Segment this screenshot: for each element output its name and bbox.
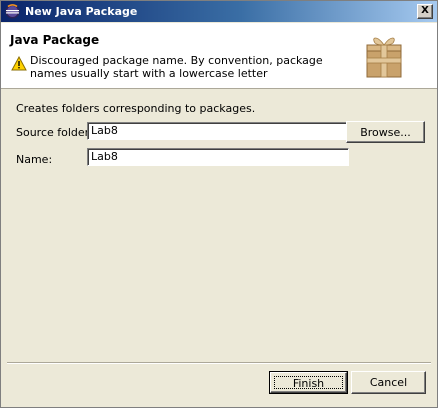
name-label: Name:	[16, 153, 53, 166]
dialog-window: New Java Package X Java Package Discoura…	[0, 0, 438, 408]
finish-button-label: Finish	[274, 376, 343, 390]
page-title: Java Package	[10, 33, 100, 47]
close-icon: X	[421, 5, 429, 16]
window-title: New Java Package	[25, 5, 138, 18]
warning-icon	[11, 56, 27, 71]
wizard-header: Java Package Discouraged package name. B…	[1, 23, 437, 89]
page-description: Creates folders corresponding to package…	[16, 102, 256, 115]
close-button[interactable]: X	[417, 4, 433, 19]
cancel-button[interactable]: Cancel	[351, 371, 426, 394]
browse-button-label: Browse...	[360, 126, 411, 139]
eclipse-icon	[5, 4, 20, 19]
finish-button[interactable]: Finish	[269, 371, 348, 394]
warning-message: Discouraged package name. By convention,…	[30, 54, 323, 80]
cancel-button-label: Cancel	[369, 376, 408, 389]
source-folder-label: Source folder:	[16, 126, 93, 139]
footer-separator	[7, 362, 431, 364]
package-name-input[interactable]	[87, 148, 349, 166]
title-bar[interactable]: New Java Package X	[1, 1, 437, 22]
package-icon	[366, 37, 402, 78]
source-folder-input[interactable]	[87, 122, 349, 140]
browse-button[interactable]: Browse...	[346, 121, 425, 143]
